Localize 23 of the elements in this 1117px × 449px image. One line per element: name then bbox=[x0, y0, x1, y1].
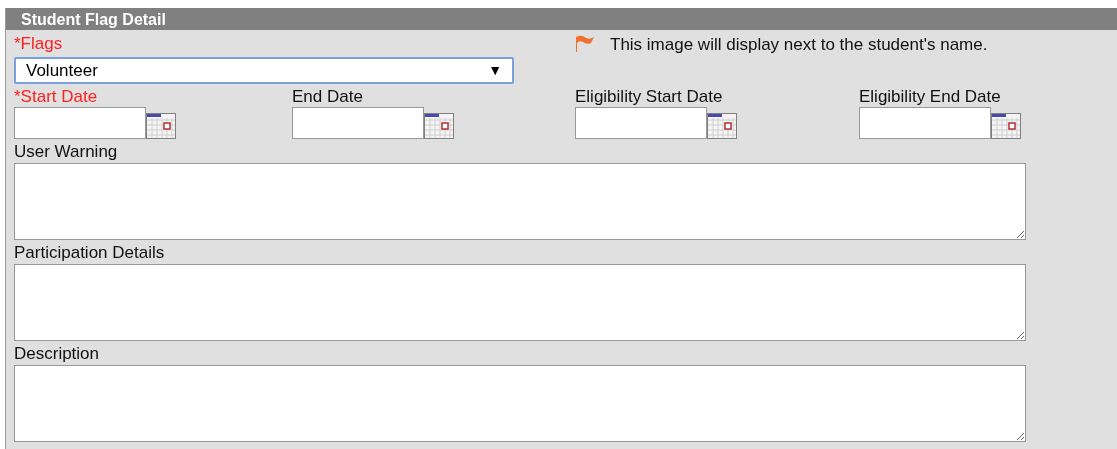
date-field[interactable] bbox=[14, 107, 146, 139]
date-field[interactable] bbox=[575, 107, 707, 139]
field-label: *Start Date bbox=[14, 87, 99, 107]
field-label: User Warning bbox=[14, 141, 119, 163]
field-label: Description bbox=[14, 343, 101, 365]
flag-icon bbox=[574, 35, 596, 53]
flag-note: This image will display next to the student's name. bbox=[610, 34, 988, 56]
text-area[interactable] bbox=[14, 264, 1026, 341]
field-label: Participation Details bbox=[14, 242, 166, 264]
text-area[interactable] bbox=[14, 365, 1026, 442]
flags-dropdown[interactable]: Volunteer ▼ bbox=[14, 57, 514, 84]
calendar-icon[interactable] bbox=[146, 113, 176, 139]
calendar-icon[interactable] bbox=[424, 113, 454, 139]
date-field[interactable] bbox=[292, 107, 424, 139]
calendar-icon[interactable] bbox=[707, 113, 737, 139]
field-label: *Flags bbox=[14, 33, 64, 55]
field-label: Eligibility End Date bbox=[859, 87, 1002, 107]
text-area[interactable] bbox=[14, 163, 1026, 240]
calendar-icon[interactable] bbox=[991, 113, 1021, 139]
panel-title: Student Flag Detail bbox=[21, 11, 166, 28]
field-label: Eligibility Start Date bbox=[575, 87, 724, 107]
date-field[interactable] bbox=[859, 107, 991, 139]
field-label: End Date bbox=[292, 87, 364, 107]
